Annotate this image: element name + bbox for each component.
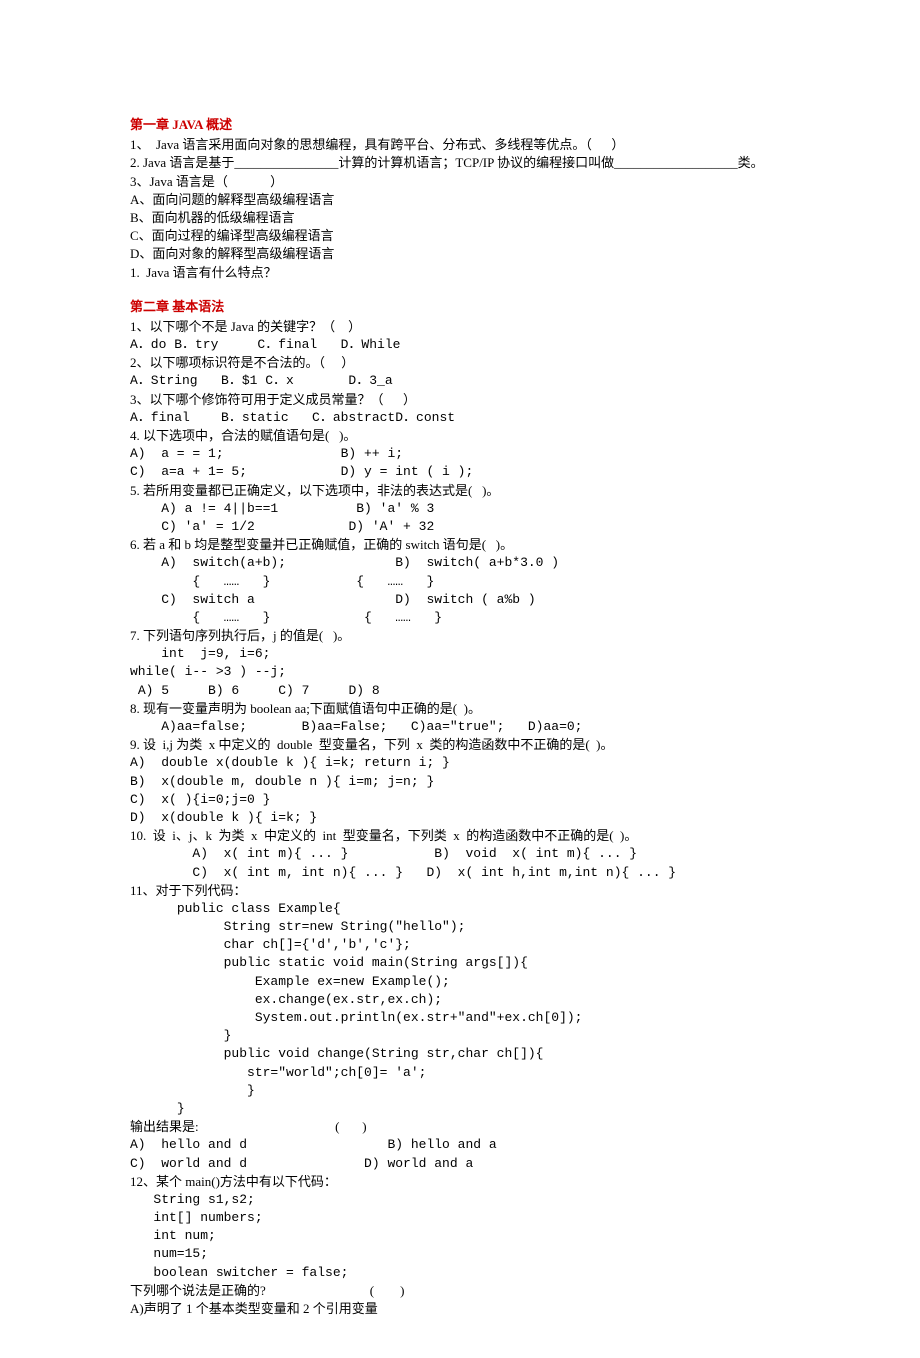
- option: C) a=a + 1= 5; D) y = int ( i );: [130, 463, 790, 481]
- q-text: 3、Java 语言是（ ）: [130, 173, 790, 191]
- option: D) x(double k ){ i=k; }: [130, 809, 790, 827]
- chapter-1-heading: 第一章 JAVA 概述: [130, 116, 790, 134]
- code: }: [130, 1100, 790, 1118]
- option: A)aa=false; B)aa=False; C)aa="true"; D)a…: [130, 718, 790, 736]
- option: A)声明了 1 个基本类型变量和 2 个引用变量: [130, 1300, 790, 1318]
- option: { …… } { …… }: [130, 573, 790, 591]
- q-text: 3、以下哪个修饰符可用于定义成员常量？（ ）: [130, 391, 790, 409]
- q-text: 12、某个 main()方法中有以下代码：: [130, 1173, 790, 1191]
- q-text: 1. Java 语言有什么特点？: [130, 264, 790, 282]
- option: A．final B．static C．abstractD．const: [130, 409, 790, 427]
- code: Example ex=new Example();: [130, 973, 790, 991]
- option: A) a != 4||b==1 B) 'a' % 3: [130, 500, 790, 518]
- option: C) world and d D) world and a: [130, 1155, 790, 1173]
- option: B、面向机器的低级编程语言: [130, 209, 790, 227]
- code: int num;: [130, 1227, 790, 1245]
- option: C) switch a D) switch ( a%b ): [130, 591, 790, 609]
- option: A．String B．$1 C．x D．3_a: [130, 372, 790, 390]
- q-text: 2. Java 语言是基于________________计算的计算机语言；TC…: [130, 154, 790, 172]
- code: while( i-- >3 ) --j;: [130, 663, 790, 681]
- q-text: 下列哪个说法是正确的? ( ): [130, 1282, 790, 1300]
- code: num=15;: [130, 1245, 790, 1263]
- code: int[] numbers;: [130, 1209, 790, 1227]
- option: A、面向问题的解释型高级编程语言: [130, 191, 790, 209]
- q-text: 1、以下哪个不是 Java 的关键字？（ ）: [130, 318, 790, 336]
- option: A) x( int m){ ... } B) void x( int m){ .…: [130, 845, 790, 863]
- option: A) double x(double k ){ i=k; return i; }: [130, 754, 790, 772]
- q-text: 1、 Java 语言采用面向对象的思想编程，具有跨平台、分布式、多线程等优点。（…: [130, 136, 790, 154]
- option: C) x( int m, int n){ ... } D) x( int h,i…: [130, 864, 790, 882]
- option: A) a = = 1; B) ++ i;: [130, 445, 790, 463]
- option: A) hello and d B) hello and a: [130, 1136, 790, 1154]
- option: A) 5 B) 6 C) 7 D) 8: [130, 682, 790, 700]
- code: public void change(String str,char ch[])…: [130, 1045, 790, 1063]
- code: System.out.println(ex.str+"and"+ex.ch[0]…: [130, 1009, 790, 1027]
- code: public class Example{: [130, 900, 790, 918]
- q-text: 9. 设 i,j 为类 x 中定义的 double 型变量名，下列 x 类的构造…: [130, 736, 790, 754]
- option: A．do B．try C．final D．While: [130, 336, 790, 354]
- code: boolean switcher = false;: [130, 1264, 790, 1282]
- code: char ch[]={'d','b','c'};: [130, 936, 790, 954]
- option: D、面向对象的解释型高级编程语言: [130, 245, 790, 263]
- code: }: [130, 1027, 790, 1045]
- option: A) switch(a+b); B) switch( a+b*3.0 ): [130, 554, 790, 572]
- q-text: 2、以下哪项标识符是不合法的。（ ）: [130, 354, 790, 372]
- q-text: 输出结果是: ( ): [130, 1118, 790, 1136]
- q-text: 4. 以下选项中，合法的赋值语句是( )。: [130, 427, 790, 445]
- code: String s1,s2;: [130, 1191, 790, 1209]
- option: C) 'a' = 1/2 D) 'A' + 32: [130, 518, 790, 536]
- code: ex.change(ex.str,ex.ch);: [130, 991, 790, 1009]
- option: { …… } { …… }: [130, 609, 790, 627]
- option: B) x(double m, double n ){ i=m; j=n; }: [130, 773, 790, 791]
- q-text: 7. 下列语句序列执行后，j 的值是( )。: [130, 627, 790, 645]
- option: C、面向过程的编译型高级编程语言: [130, 227, 790, 245]
- q-text: 5. 若所用变量都已正确定义，以下选项中，非法的表达式是( )。: [130, 482, 790, 500]
- code: public static void main(String args[]){: [130, 954, 790, 972]
- chapter-2-heading: 第二章 基本语法: [130, 298, 790, 316]
- option: C) x( ){i=0;j=0 }: [130, 791, 790, 809]
- q-text: 10. 设 i、j、k 为类 x 中定义的 int 型变量名，下列类 x 的构造…: [130, 827, 790, 845]
- code: int j=9, i=6;: [130, 645, 790, 663]
- code: str="world";ch[0]= 'a';: [130, 1064, 790, 1082]
- q-text: 8. 现有一变量声明为 boolean aa;下面赋值语句中正确的是( )。: [130, 700, 790, 718]
- code: String str=new String("hello");: [130, 918, 790, 936]
- code: }: [130, 1082, 790, 1100]
- q-text: 6. 若 a 和 b 均是整型变量并已正确赋值，正确的 switch 语句是( …: [130, 536, 790, 554]
- q-text: 11、对于下列代码：: [130, 882, 790, 900]
